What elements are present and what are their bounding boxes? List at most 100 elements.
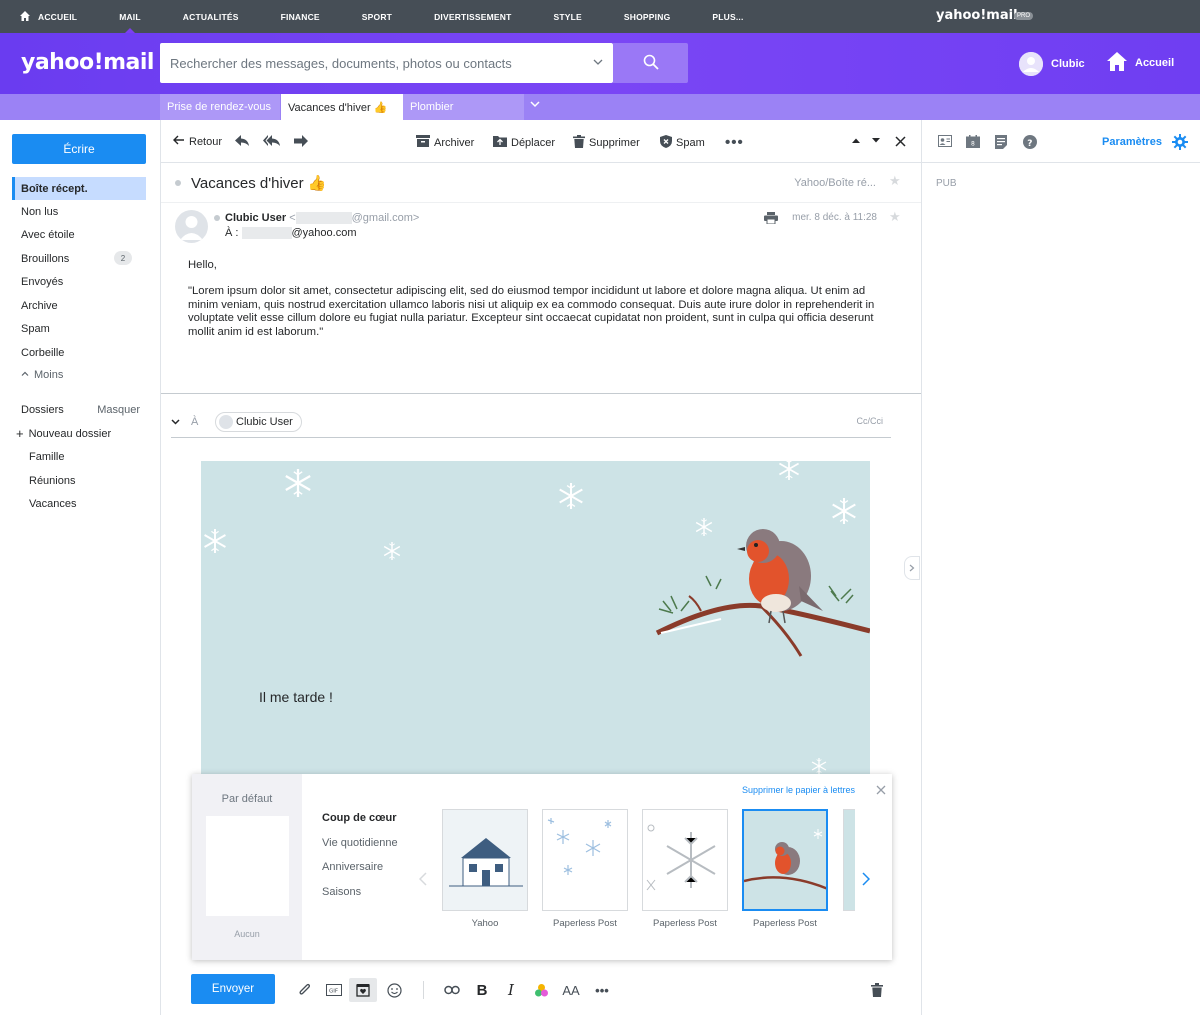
gear-icon[interactable] [1172,134,1188,150]
stationery-thumb-yahoo[interactable] [442,809,528,911]
spam-button[interactable]: Spam [660,135,705,151]
topnav-mail[interactable]: MAIL [98,0,162,33]
sender-avatar [175,210,208,243]
topnav-plus[interactable]: PLUS... [691,0,764,33]
topnav-actualites[interactable]: ACTUALITÉS [162,0,260,33]
chevron-right-icon[interactable] [862,872,871,889]
user-profile[interactable]: Clubic [1019,52,1085,76]
attachment-icon[interactable] [296,981,314,999]
collapse-right-panel-button[interactable] [904,556,920,580]
no-stationery-option[interactable] [206,816,289,916]
delete-button[interactable]: Supprimer [573,135,640,151]
new-folder-button[interactable]: + Nouveau dossier [12,422,146,445]
archive-button[interactable]: Archiver [416,135,474,150]
bold-icon[interactable]: B [473,981,491,999]
thumb-caption: Paperless Post [653,918,717,929]
sidebar-item-drafts[interactable]: Brouillons 2 [12,247,146,270]
notepad-icon[interactable] [995,135,1009,149]
chevron-left-icon[interactable] [418,872,427,889]
search-input[interactable]: Rechercher des messages, documents, phot… [160,43,613,83]
stationery-message[interactable]: Il me tarde ! [259,689,333,705]
topnav-divertissement[interactable]: DIVERTISSEMENT [413,0,532,33]
category-coup-de-coeur[interactable]: Coup de cœur [322,812,397,824]
tab-plombier[interactable]: Plombier [403,94,524,120]
recipient-chip[interactable]: Clubic User [215,412,302,432]
text-color-icon[interactable] [532,981,550,999]
stationery-thumb-robin-selected[interactable] [742,809,828,911]
masquer-link[interactable]: Masquer [97,404,140,416]
chevron-down-icon[interactable] [593,55,603,70]
italic-icon[interactable]: I [502,981,520,999]
recipient-line: À : @yahoo.com [225,227,357,240]
close-icon[interactable] [895,136,906,147]
stationery-thumb-partial[interactable] [843,809,855,911]
category-vie-quotidienne[interactable]: Vie quotidienne [322,837,398,849]
link-icon[interactable] [443,981,461,999]
settings-link[interactable]: Paramètres [1102,136,1162,148]
search-button[interactable] [613,43,688,83]
thumb-caption: Paperless Post [753,918,817,929]
font-size-icon[interactable]: AA [562,981,580,999]
compose-button[interactable]: Écrire [12,134,146,164]
category-saisons[interactable]: Saisons [322,886,361,898]
sidebar-item-trash[interactable]: Corbeille [12,341,146,364]
next-message-icon[interactable] [871,137,881,144]
close-icon[interactable] [876,784,886,798]
to-row: À Clubic User Cc/Cci [171,410,891,438]
stationery-icon[interactable] [349,978,377,1002]
remove-stationery-link[interactable]: Supprimer le papier à lettres [742,785,855,795]
sidebar-item-vacances[interactable]: Vacances [12,492,146,515]
chevron-down-icon[interactable] [530,99,540,112]
star-icon[interactable]: ★ [889,209,901,225]
unread-dot-icon[interactable] [175,180,181,186]
sidebar-item-unread[interactable]: Non lus [12,200,146,223]
star-icon[interactable]: ★ [889,173,901,189]
chevron-down-icon[interactable] [171,417,180,429]
sidebar-item-spam[interactable]: Spam [12,317,146,340]
home-button[interactable]: Accueil [1107,52,1174,74]
previous-message-icon[interactable] [851,137,861,144]
topnav-accueil[interactable]: ACCUEIL [0,0,98,33]
trash-icon [573,135,585,151]
topnav-sport[interactable]: SPORT [341,0,413,33]
default-stationery-column: Par défaut Aucun [192,774,302,960]
sidebar-item-starred[interactable]: Avec étoile [12,223,146,246]
move-button[interactable]: Déplacer [493,135,555,150]
tab-vacances-dhiver[interactable]: Vacances d'hiver 👍 [281,94,403,120]
sender-line[interactable]: Clubic User < @gmail.com> [225,212,419,225]
stationery-thumb-snowflake-grey[interactable] [642,809,728,911]
forward-icon[interactable] [294,135,308,147]
sidebar-item-reunions[interactable]: Réunions [12,469,146,492]
more-options-icon[interactable]: ••• [725,134,744,151]
more-options-icon[interactable]: ••• [593,981,611,999]
emoji-icon[interactable] [385,981,403,999]
category-anniversaire[interactable]: Anniversaire [322,861,383,873]
reply-all-icon[interactable] [263,135,281,147]
yahoo-mail-logo[interactable]: yahoo!mail [21,50,154,75]
cc-bcc-toggle[interactable]: Cc/Cci [857,416,884,426]
tab-prise-de-rendez-vous[interactable]: Prise de rendez-vous [160,94,280,120]
topnav-finance[interactable]: FINANCE [260,0,341,33]
send-button[interactable]: Envoyer [191,974,275,1004]
gif-icon[interactable]: GIF [325,981,343,999]
topnav-shopping[interactable]: SHOPPING [603,0,691,33]
sidebar-item-inbox[interactable]: Boîte récept. [12,177,146,200]
sidebar-item-sent[interactable]: Envoyés [12,270,146,293]
folder-path[interactable]: Yahoo/Boîte ré... [794,177,876,189]
trash-icon[interactable] [868,981,886,999]
reply-icon[interactable] [235,135,250,147]
back-button[interactable]: Retour [173,135,222,148]
stationery-thumb-snowflakes-blue[interactable] [542,809,628,911]
calendar-icon[interactable]: 8 [966,135,980,149]
topnav-style[interactable]: STYLE [533,0,603,33]
sender-status-dot [214,215,220,221]
house-illustration [449,838,523,887]
print-icon[interactable] [764,212,778,227]
sidebar-item-famille[interactable]: Famille [12,445,146,468]
topnav-brand[interactable]: yahoo!mail [936,8,1018,23]
help-icon[interactable]: ? [1023,135,1037,149]
sidebar-item-less[interactable]: Moins [12,363,146,386]
stationery-canvas[interactable]: Il me tarde ! [201,461,870,781]
contacts-icon[interactable] [938,135,952,149]
sidebar-item-archive[interactable]: Archive [12,294,146,317]
